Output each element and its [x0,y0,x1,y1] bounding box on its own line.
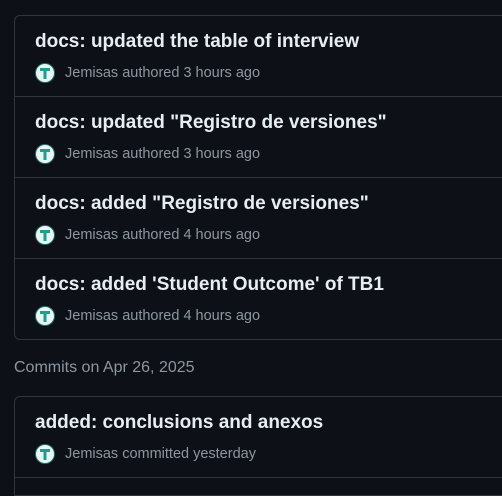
commit-meta: Jemisas committed yesterday [35,444,256,464]
commit-meta: Jemisas authored 3 hours ago [35,63,260,83]
commit-action-text: committed [122,446,190,462]
user-avatar-icon[interactable] [35,225,55,245]
commit-row: docs: added 'Student Outcome' of TB1 Jem… [15,259,502,340]
user-avatar-icon[interactable] [35,306,55,326]
commit-row: added: conclusions and anexos Jemisas co… [15,397,502,478]
author-name-link[interactable]: Jemisas [65,227,118,243]
commit-title-link[interactable]: added: conclusions and anexos [35,412,323,434]
commit-action-text: authored [122,146,180,162]
commit-meta: Jemisas authored 4 hours ago [35,225,260,245]
commit-title-link[interactable]: docs: added "Registro de versiones" [35,193,369,215]
commit-title-link[interactable]: docs: updated the table of interview [35,31,359,53]
commit-row: docs: updated "Registro de versiones" Je… [15,97,502,178]
commit-meta: Jemisas authored 3 hours ago [35,144,260,164]
user-avatar-icon[interactable] [35,144,55,164]
commit-meta: Jemisas authored 4 hours ago [35,306,260,326]
commit-time: 4 hours ago [183,308,261,324]
user-avatar-icon[interactable] [35,444,55,464]
commit-time: 3 hours ago [183,146,261,162]
commit-time: yesterday [193,446,256,462]
commit-title-link[interactable]: docs: added 'Student Outcome' of TB1 [35,274,384,296]
commit-time: 4 hours ago [183,227,261,243]
user-avatar-icon[interactable] [35,63,55,83]
commit-list-group: added: conclusions and anexos Jemisas co… [14,396,502,496]
commit-action-text: authored [122,308,180,324]
author-name-link[interactable]: Jemisas [65,308,118,324]
author-name-link[interactable]: Jemisas [65,146,118,162]
commit-row: docs: added "Registro de versiones" Jemi… [15,178,502,259]
author-name-link[interactable]: Jemisas [65,65,118,81]
commit-action-text: authored [122,227,180,243]
commit-action-text: authored [122,65,180,81]
author-name-link[interactable]: Jemisas [65,446,118,462]
commit-title-link[interactable]: docs: updated "Registro de versiones" [35,112,387,134]
commit-row: docs: updated the table of interview Jem… [15,16,502,97]
commit-list-group: docs: updated the table of interview Jem… [14,15,502,340]
commit-date-header: Commits on Apr 26, 2025 [14,359,195,376]
commit-time: 3 hours ago [183,65,261,81]
